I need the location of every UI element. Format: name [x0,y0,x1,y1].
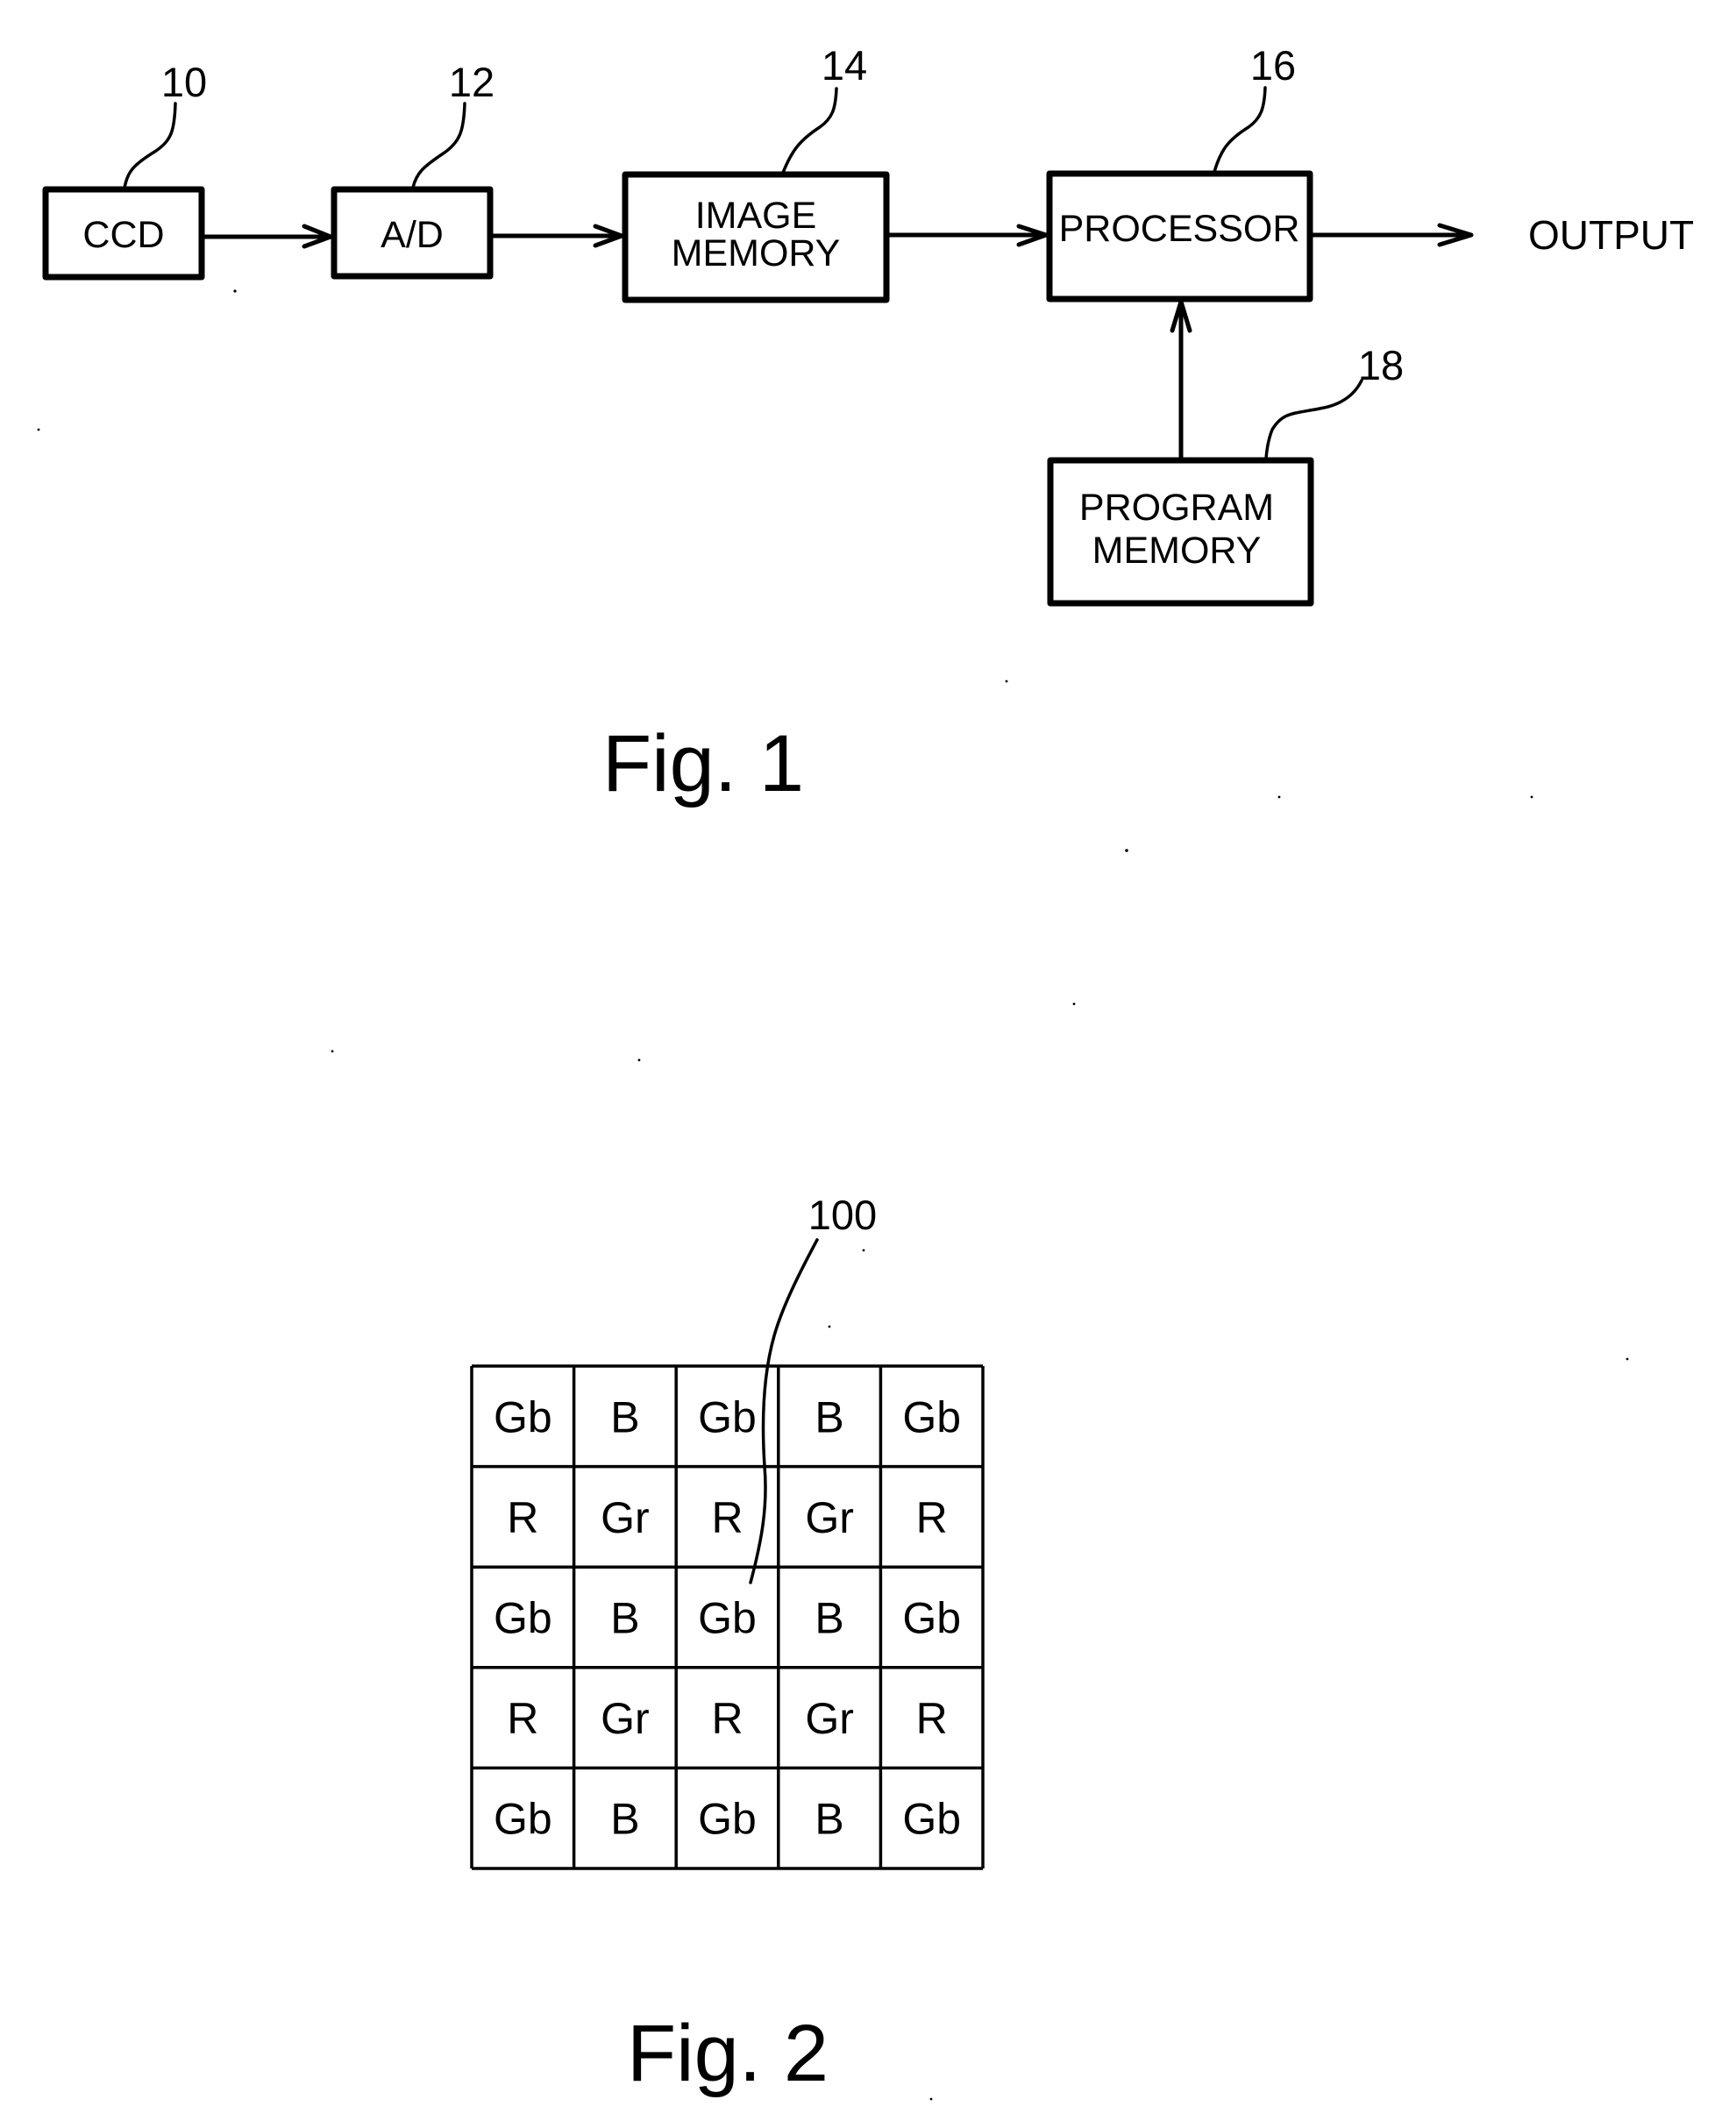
pixel-cell-gb: Gb [472,1567,574,1668]
pixel-cell-gr: Gr [573,1667,677,1769]
processor-block: PROCESSOR 16 [1046,42,1313,302]
program-memory-leader-line [1264,379,1363,460]
pixel-cell-label: Gb [698,1795,757,1844]
processor-label: PROCESSOR [1059,208,1300,250]
pixel-cell-label: B [815,1795,843,1844]
pixel-cell-r: R [880,1466,983,1568]
pixel-cell-label: R [507,1493,538,1542]
pixel-grid: Gb B Gb B Gb R Gr R Gr R Gb B Gb B Gb R Gr R Gr R Gb B Gb B Gb [470,1364,985,1870]
figure-1-block-diagram: CCD 10 A/D 12 IMAGE MEMORY 14 PROCESSOR … [42,42,1694,808]
pixel-cell-label: Gr [805,1493,854,1542]
pixel-cell-label: Gb [902,1594,961,1643]
output-label: OUTPUT [1528,212,1694,258]
pixel-cell-gb: Gb [676,1567,779,1668]
image-memory-reference-numeral: 14 [822,42,867,89]
arrow-ad-to-image-memory [492,224,624,248]
pixel-cell-label: B [610,1392,639,1441]
pixel-cell-gb: Gb [472,1366,574,1467]
ad-leader-line [411,102,466,189]
pixel-cell-r: R [472,1667,574,1769]
pixel-cell-label: Gb [494,1594,552,1643]
pixel-cell-label: Gb [902,1795,961,1844]
image-memory-leader-line [781,87,838,174]
pixel-cell-label: B [610,1594,639,1643]
image-memory-block: IMAGE MEMORY 14 [622,42,890,303]
pixel-cell-label: Gb [494,1795,552,1844]
ccd-label: CCD [82,214,164,256]
pixel-cell-label: Gr [601,1694,650,1743]
image-memory-label-line1: IMAGE [695,195,817,237]
pixel-cell-b: B [778,1366,881,1467]
pixel-cell-b: B [573,1366,677,1467]
pixel-cell-label: R [711,1493,743,1542]
pixel-cell-label: R [916,1493,948,1542]
figure-2-caption: Fig. 2 [627,2009,829,2098]
ccd-leader-line [123,102,177,189]
pixel-cell-label: R [507,1694,538,1743]
pixel-cell-gr: Gr [778,1667,881,1769]
pixel-cell-label: R [711,1694,743,1743]
processor-leader-line [1213,86,1267,174]
pixel-cell-label: Gb [494,1392,552,1441]
pixel-cell-b: B [778,1567,881,1668]
program-memory-reference-numeral: 18 [1358,342,1404,388]
pixel-cell-label: Gb [698,1594,757,1643]
pixel-cell-b: B [573,1768,677,1868]
pixel-cell-label: B [610,1795,639,1844]
pixel-cell-label: Gr [805,1694,854,1743]
image-memory-label-line2: MEMORY [672,232,841,274]
processor-reference-numeral: 16 [1250,42,1296,89]
program-memory-label-line2: MEMORY [1092,530,1262,572]
pixel-cell-label: Gr [601,1493,650,1542]
pixel-cell-b: B [573,1567,677,1668]
ad-label: A/D [381,214,444,256]
pixel-cell-gb: Gb [880,1567,983,1668]
pixel-cell-r: R [676,1667,779,1769]
pixel-cell-b: B [778,1768,881,1868]
arrow-ccd-to-ad [203,224,333,249]
pixel-cell-label: R [916,1694,948,1743]
pixel-cell-r: R [472,1466,574,1568]
program-memory-block: PROGRAM MEMORY 18 [1047,342,1404,607]
program-memory-label-line1: PROGRAM [1079,487,1274,529]
pixel-cell-gb: Gb [880,1366,983,1467]
pixel-cell-label: Gb [902,1392,961,1441]
pixel-cell-gb: Gb [472,1768,574,1868]
arrow-program-memory-to-processor [1170,299,1192,459]
ccd-reference-numeral: 10 [161,59,207,105]
pixel-100-reference-numeral: 100 [808,1192,877,1238]
pixel-cell-gb: Gb [676,1768,779,1868]
pixel-cell-label: B [815,1594,843,1643]
arrow-processor-to-output [1312,223,1474,247]
pixel-cell-label: Gb [698,1392,757,1441]
ad-reference-numeral: 12 [449,59,494,105]
pixel-cell-r: R [880,1667,983,1769]
pixel-cell-gr: Gr [778,1466,881,1568]
arrow-image-memory-to-processor [887,224,1049,247]
figure-1-caption: Fig. 1 [602,719,804,808]
pixel-cell-gb: Gb [880,1768,983,1868]
pixel-cell-gr: Gr [573,1466,677,1568]
pixel-cell-label: B [815,1392,843,1441]
ccd-block: CCD 10 [42,59,207,281]
figure-2-pixel-array: Gb B Gb B Gb R Gr R Gr R Gb B Gb B Gb R Gr R Gr R Gb B Gb B Gb 1… [470,1192,985,2098]
ad-converter-block: A/D 12 [331,59,494,280]
patent-drawing-sheet: CCD 10 A/D 12 IMAGE MEMORY 14 PROCESSOR … [37,42,1694,2101]
